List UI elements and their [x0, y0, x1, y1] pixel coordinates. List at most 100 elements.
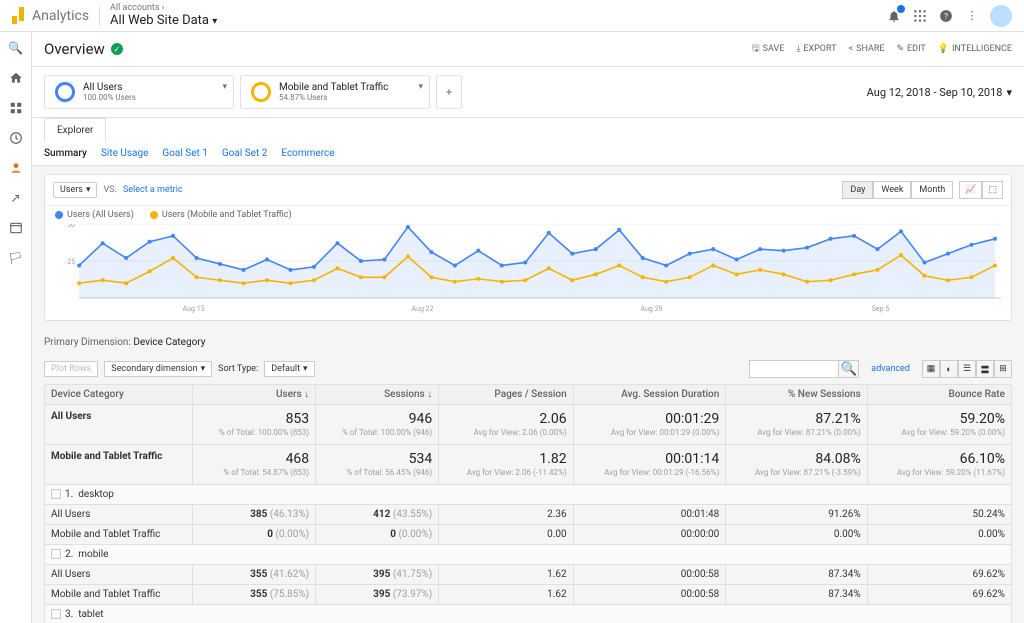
category-row[interactable]: 2. mobile [45, 545, 1012, 565]
svg-text:Aug 29: Aug 29 [641, 304, 663, 313]
search-icon[interactable]: 🔍 [8, 40, 24, 56]
totals-cell: 946% of Total: 100.00% (946) [316, 405, 439, 445]
save-button[interactable]: 🖫 SAVE [752, 41, 784, 57]
performance-view-icon[interactable]: ☰ [958, 360, 976, 378]
svg-text:Aug 15: Aug 15 [183, 304, 205, 313]
totals-cell: 59.20%Avg for View: 59.20% (0.00%) [867, 405, 1011, 445]
chart-area: 2550Aug 15Aug 22Aug 29Sep 5 [55, 224, 1001, 314]
row-segment-label: All Users [45, 565, 193, 585]
tab-explorer[interactable]: Explorer [44, 118, 106, 142]
table-header[interactable]: Avg. Session Duration [573, 385, 726, 405]
row-segment-label: Mobile and Tablet Traffic [45, 525, 193, 545]
segment-mobile-tablet[interactable]: Mobile and Tablet Traffic 54.87% Users ▾ [240, 75, 430, 109]
table-header[interactable]: Pages / Session [439, 385, 573, 405]
table-header[interactable]: % New Sessions [726, 385, 867, 405]
category-row[interactable]: 1. desktop [45, 485, 1012, 505]
home-icon[interactable] [8, 70, 24, 86]
share-button[interactable]: < SHARE [849, 44, 885, 54]
date-range-selector[interactable]: Aug 12, 2018 - Sep 10, 2018▾ [867, 86, 1012, 99]
line-chart-icon[interactable]: 📈 [959, 181, 982, 199]
realtime-icon[interactable] [8, 130, 24, 146]
account-selector[interactable]: All accounts › All Web Site Data ▾ [110, 3, 217, 28]
page-title: Overview [44, 40, 105, 58]
top-header: Analytics All accounts › All Web Site Da… [0, 0, 1024, 32]
sort-type-label: Sort Type: [218, 364, 258, 374]
segment-all-users[interactable]: All Users 100.00% Users ▾ [44, 75, 234, 109]
totals-cell: 84.08%Avg for View: 87.21% (-3.59%) [726, 445, 867, 485]
plot-rows-button[interactable]: Plot Rows [44, 361, 98, 377]
export-button[interactable]: ⤓ EXPORT [796, 44, 836, 54]
notifications-icon[interactable] [886, 8, 902, 24]
period-day[interactable]: Day [842, 181, 873, 199]
edit-button[interactable]: ✎ EDIT [897, 44, 926, 54]
totals-cell: 468% of Total: 54.87% (853) [193, 445, 316, 485]
totals-cell: 00:01:14Avg for View: 00:01:29 (-16.56%) [573, 445, 726, 485]
metric-selector[interactable]: Users ▾ [53, 182, 97, 198]
explorer-tabs: Explorer Summary Site Usage Goal Set 1 G… [32, 118, 1024, 166]
table-header[interactable]: Device Category [45, 385, 193, 405]
search-button[interactable]: 🔍 [839, 360, 859, 378]
segment-circle-icon [55, 82, 75, 102]
acquisition-icon[interactable]: ↗ [8, 190, 24, 206]
motion-chart-icon[interactable]: ⬚ [982, 181, 1003, 199]
segment-circle-icon [251, 82, 271, 102]
category-row[interactable]: 3. tablet [45, 605, 1012, 623]
subtab-goal1[interactable]: Goal Set 1 [162, 148, 207, 159]
analytics-logo-icon [12, 7, 26, 24]
view-name: All Web Site Data ▾ [110, 13, 217, 28]
table-controls: Plot Rows Secondary dimension ▾ Sort Typ… [32, 356, 1024, 384]
audience-icon[interactable] [8, 160, 24, 176]
breadcrumb: All accounts › [110, 3, 217, 13]
subtab-site-usage[interactable]: Site Usage [101, 148, 148, 159]
period-buttons: Day Week Month [842, 181, 953, 199]
percentage-view-icon[interactable]: ◐ [940, 360, 958, 378]
behavior-icon[interactable] [8, 220, 24, 236]
help-icon[interactable]: ? [938, 8, 954, 24]
divider [99, 6, 100, 26]
segments-row: All Users 100.00% Users ▾ Mobile and Tab… [32, 67, 1024, 118]
period-month[interactable]: Month [911, 181, 953, 199]
add-segment-button[interactable]: + [436, 75, 462, 109]
table-header[interactable]: Users ↓ [193, 385, 316, 405]
chart-type-icons: 📈 ⬚ [959, 181, 1003, 199]
totals-cell: 87.21%Avg for View: 87.21% (0.00%) [726, 405, 867, 445]
svg-text:50: 50 [67, 224, 75, 229]
conversions-icon[interactable]: 🏳 [8, 250, 24, 266]
legend-series-1: Users (All Users) [55, 210, 134, 220]
dashboards-icon[interactable] [8, 100, 24, 116]
data-table: Device CategoryUsers ↓Sessions ↓Pages / … [44, 384, 1012, 623]
chart-panel: Users ▾ VS. Select a metric Day Week Mon… [44, 174, 1012, 321]
svg-text:25: 25 [67, 257, 75, 266]
comparison-view-icon[interactable]: 〓 [976, 360, 994, 378]
totals-cell: 853% of Total: 100.00% (853) [193, 405, 316, 445]
table-header[interactable]: Sessions ↓ [316, 385, 439, 405]
chevron-down-icon: ▾ [418, 82, 423, 92]
table-header[interactable]: Bounce Rate [867, 385, 1011, 405]
subtab-summary[interactable]: Summary [44, 148, 87, 159]
subtab-goal2[interactable]: Goal Set 2 [222, 148, 267, 159]
table-view-icon[interactable]: ▦ [922, 360, 940, 378]
secondary-dimension-selector[interactable]: Secondary dimension ▾ [104, 361, 212, 377]
intelligence-button[interactable]: 💡 INTELLIGENCE [938, 44, 1012, 54]
row-segment-label: Mobile and Tablet Traffic [45, 585, 193, 605]
totals-cell: 2.06Avg for View: 2.06 (0.00%) [439, 405, 573, 445]
select-metric-link[interactable]: Select a metric [123, 185, 183, 195]
table-row: Mobile and Tablet Traffic355 (75.85%)395… [45, 585, 1012, 605]
apps-icon[interactable] [912, 8, 928, 24]
period-week[interactable]: Week [873, 181, 911, 199]
svg-text:Sep 5: Sep 5 [872, 304, 890, 313]
view-mode-icons: ▦ ◐ ☰ 〓 ⊞ [922, 360, 1012, 378]
avatar[interactable] [990, 5, 1012, 27]
totals-label: All Users [45, 405, 193, 445]
pivot-view-icon[interactable]: ⊞ [994, 360, 1012, 378]
segment-sub: 100.00% Users [83, 93, 136, 102]
left-rail: 🔍 ↗ 🏳 [0, 32, 32, 623]
svg-text:?: ? [944, 10, 948, 20]
segment-name: All Users [83, 82, 136, 93]
subtab-ecommerce[interactable]: Ecommerce [281, 148, 334, 159]
legend-series-2: Users (Mobile and Tablet Traffic) [150, 210, 292, 220]
search-input[interactable] [749, 360, 839, 378]
advanced-link[interactable]: advanced [871, 364, 910, 374]
sort-type-selector[interactable]: Default ▾ [264, 361, 314, 377]
more-icon[interactable]: ⋮ [964, 8, 980, 24]
